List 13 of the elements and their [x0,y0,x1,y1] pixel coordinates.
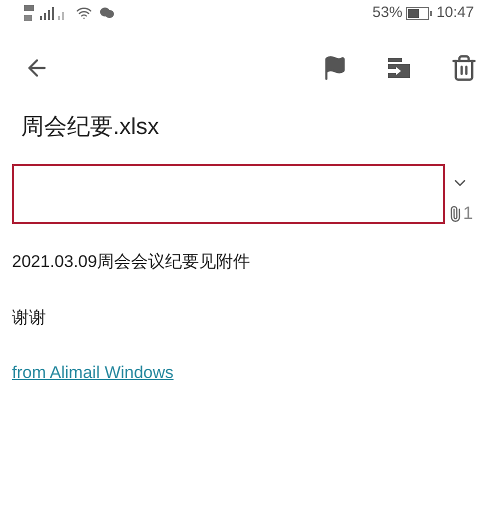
body-text: 2021.03.09周会会议纪要见附件 [12,251,252,273]
battery-percent: 53% [372,2,402,23]
body-text: 谢谢 [12,306,47,328]
battery-icon [406,6,432,20]
wifi-icon [76,5,92,21]
email-subject: 周会纪要.xlsx [20,112,160,141]
attachment-count: 1 [463,202,474,225]
signature-link[interactable]: from Alimail Windows [12,360,174,386]
delete-button[interactable] [450,54,478,82]
chat-icon [100,7,114,19]
flag-button[interactable] [322,55,348,81]
move-button[interactable] [386,56,412,80]
clock-time: 10:47 [436,2,474,23]
